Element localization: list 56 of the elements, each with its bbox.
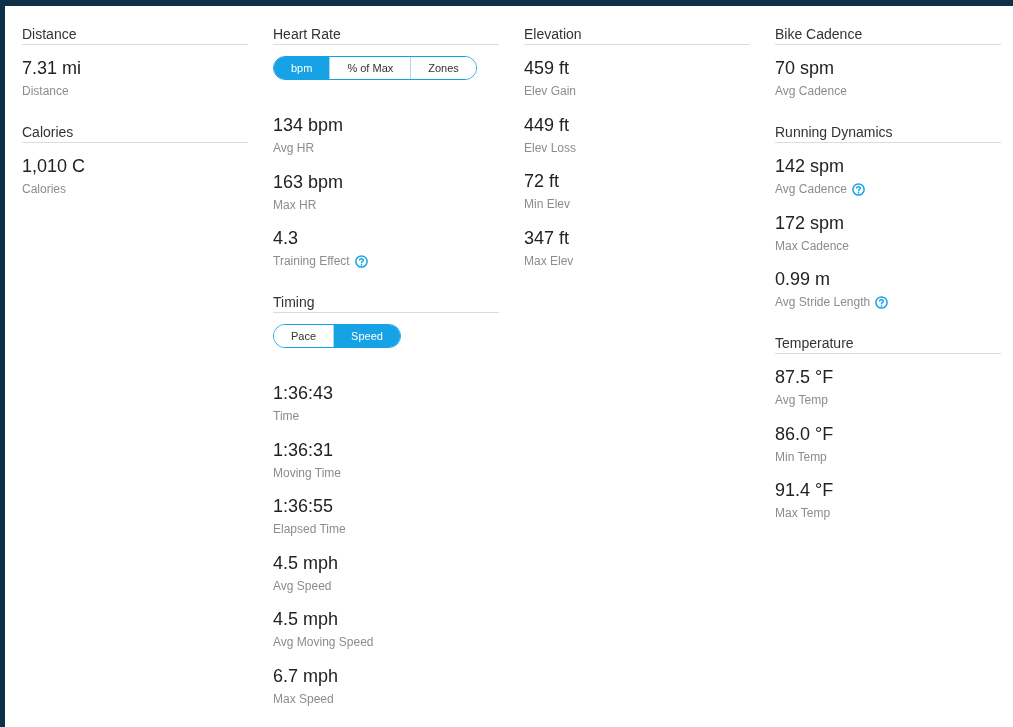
metric-value: 4.3 — [273, 227, 299, 250]
metric-label: Max HR — [273, 196, 317, 213]
metric-value: 7.31 mi — [22, 57, 82, 80]
metric-value: 459 ft — [524, 57, 570, 80]
metric-label: Distance — [22, 83, 69, 99]
metric-value: 347 ft — [524, 226, 570, 250]
section-heading: Timing — [273, 292, 499, 313]
metric-label: Max Cadence — [775, 237, 850, 254]
section-heading: Calories — [22, 122, 248, 143]
section-heading: Temperature — [775, 333, 1001, 354]
metric-label: Avg Stride Length — [775, 294, 871, 310]
metric-value: 134 bpm — [273, 114, 344, 137]
metric-value: 1:36:55 — [273, 495, 334, 518]
metric-value: 86.0 °F — [775, 422, 834, 446]
metric-value: 1:36:31 — [273, 438, 334, 462]
metric-label: Avg Cadence — [775, 83, 847, 99]
metric-label: Min Elev — [524, 196, 570, 212]
section-heading: Heart Rate — [273, 24, 499, 45]
metric-value: 91.4 °F — [775, 479, 834, 502]
metric-label: Elev Gain — [524, 83, 577, 99]
metric-value: 1,010 C — [22, 155, 86, 178]
metric-label: Elapsed Time — [273, 521, 346, 537]
metric-label: Min Temp — [775, 448, 827, 465]
metric-label: Max Temp — [775, 505, 831, 521]
help-icon[interactable] — [875, 295, 889, 309]
metric-label: Avg Speed — [273, 577, 332, 594]
section-heading: Running Dynamics — [775, 122, 1001, 143]
metric-value: 1:36:43 — [273, 382, 334, 405]
metric-value: 6.7 mph — [273, 664, 339, 688]
metric-value: 4.5 mph — [273, 608, 339, 631]
metric-label: Time — [273, 408, 300, 424]
metric-label: Max Elev — [524, 252, 574, 269]
metric-value: 449 ft — [524, 113, 570, 137]
metric-label: Avg Cadence — [775, 181, 847, 197]
help-icon[interactable] — [851, 182, 865, 196]
metric-value: 72 ft — [524, 170, 560, 193]
metric-label: Avg Temp — [775, 392, 828, 408]
section-heading: Bike Cadence — [775, 24, 1001, 45]
help-icon[interactable] — [354, 254, 368, 268]
toggle-option[interactable]: Zones — [410, 57, 476, 79]
metric-value: 87.5 °F — [775, 366, 834, 389]
metric-label: Training Effect — [273, 253, 350, 269]
metric-value: 172 spm — [775, 211, 845, 235]
metric-value: 70 spm — [775, 57, 835, 80]
section-heading: Distance — [22, 24, 248, 45]
metric-value: 163 bpm — [273, 170, 344, 194]
metric-value: 4.5 mph — [273, 551, 339, 575]
metric-label: Calories — [22, 181, 66, 197]
metric-value: 142 spm — [775, 155, 845, 178]
metric-label: Avg HR — [273, 140, 315, 156]
metric-value: 0.99 m — [775, 268, 831, 291]
metric-label: Moving Time — [273, 464, 342, 481]
metric-label: Elev Loss — [524, 139, 577, 156]
metric-label: Max Speed — [273, 690, 334, 707]
section-heading: Elevation — [524, 24, 750, 45]
metric-label: Avg Moving Speed — [273, 634, 374, 650]
